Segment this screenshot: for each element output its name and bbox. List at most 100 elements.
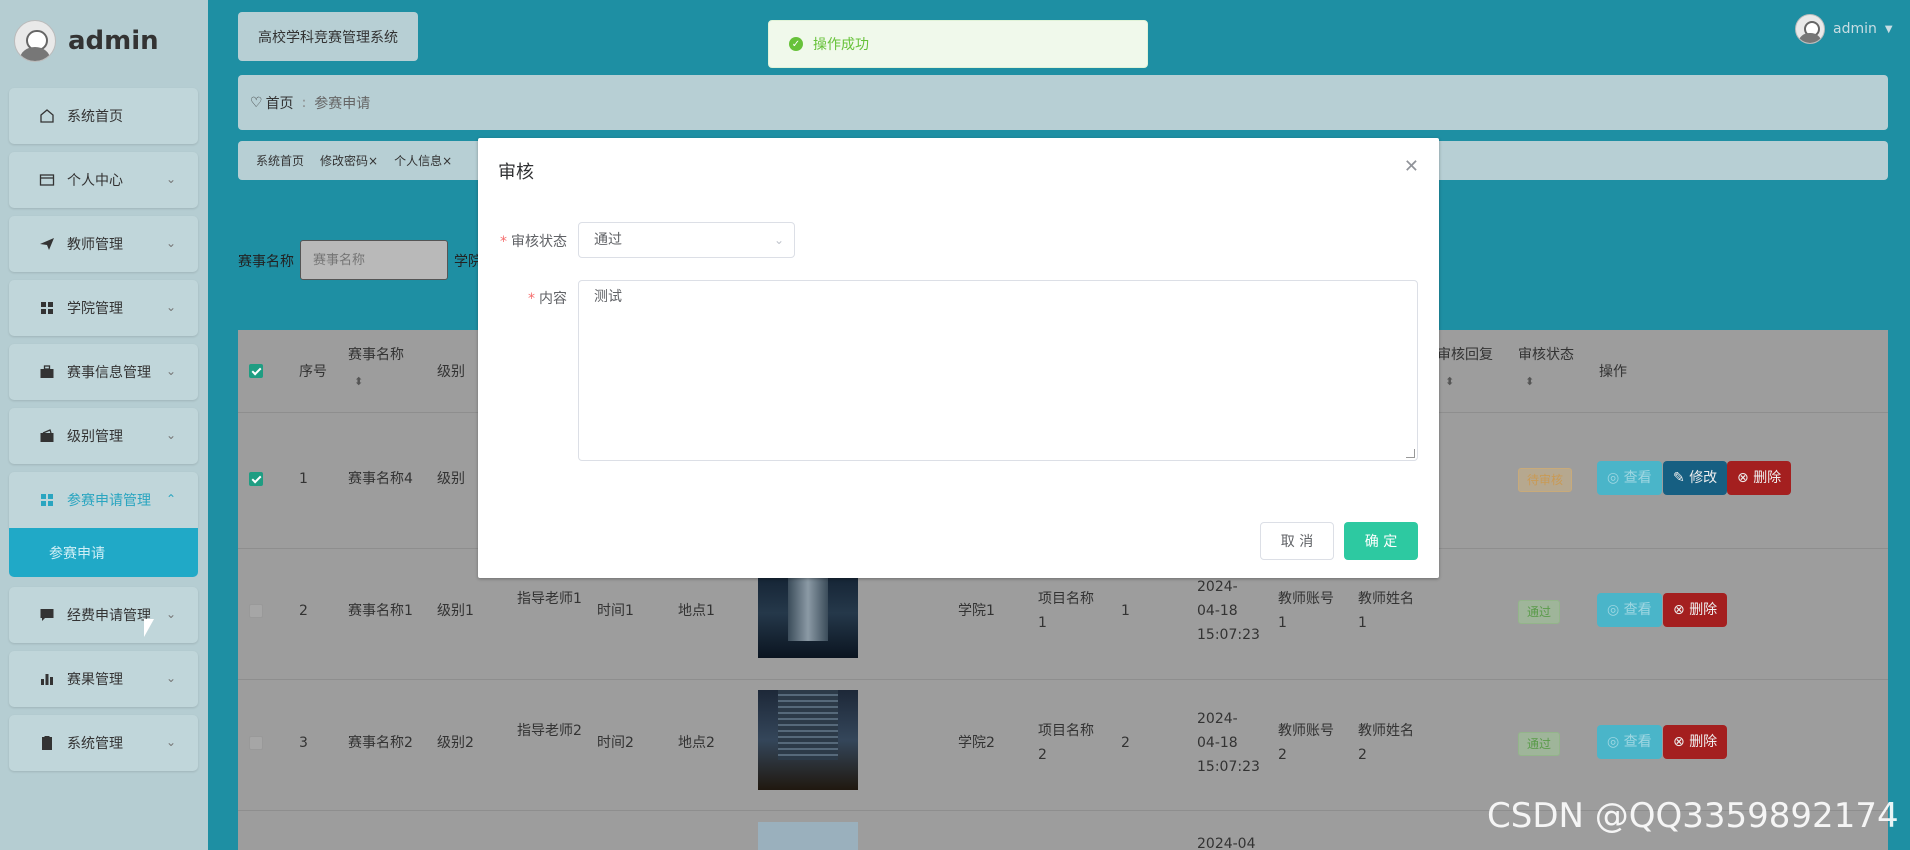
watermark: CSDN @QQ3359892174 xyxy=(1487,796,1899,836)
cell-name: 赛事名称4 xyxy=(348,471,413,487)
sidebar-item-college[interactable]: 学院管理 ⌄ xyxy=(9,280,198,336)
header-index: 序号 xyxy=(299,364,327,380)
view-label: 查看 xyxy=(1623,602,1652,618)
sidebar-item-label: 级别管理 xyxy=(67,429,123,445)
sort-icon[interactable]: ⬍ xyxy=(1525,370,1534,394)
card-icon xyxy=(39,172,55,188)
delete-button[interactable]: ⊗ 删除 xyxy=(1663,725,1728,759)
row-divider xyxy=(238,679,1888,680)
sidebar-item-competition[interactable]: 赛事信息管理 ⌄ xyxy=(9,344,198,400)
sidebar-item-label: 参赛申请管理 xyxy=(67,493,151,509)
cell-time: 时间1 xyxy=(597,603,634,619)
header-review-status[interactable]: 审核状态 xyxy=(1518,343,1574,367)
sidebar-item-label: 经费申请管理 xyxy=(67,608,151,624)
edit-button[interactable]: ✎ 修改 xyxy=(1663,461,1728,495)
sort-icon[interactable]: ⬍ xyxy=(354,370,363,394)
sidebar-item-label: 教师管理 xyxy=(67,237,123,253)
select-all-checkbox[interactable] xyxy=(249,364,263,378)
sidebar-item-teacher[interactable]: 教师管理 ⌄ xyxy=(9,216,198,272)
review-dialog: 审核 ✕ * 审核状态 通过 ⌄ * 内容 测试 取 消 确 定 xyxy=(478,138,1439,578)
cell-teacher: 指导老师2 xyxy=(517,723,582,739)
header-review-reply[interactable]: 审核回复 xyxy=(1437,343,1493,367)
view-label: 查看 xyxy=(1623,734,1652,750)
breadcrumb-current: 参赛申请 xyxy=(314,95,371,112)
sidebar-subitem-application[interactable]: 参赛申请 xyxy=(9,528,198,577)
sidebar-item-funding[interactable]: 经费申请管理 ⌄ xyxy=(9,587,198,643)
sort-icon[interactable]: ⬍ xyxy=(1445,370,1454,394)
content-textarea[interactable]: 测试 xyxy=(578,280,1418,461)
tag-password[interactable]: 修改密码× xyxy=(320,152,378,169)
row-checkbox[interactable] xyxy=(249,604,263,618)
cell-college: 学院2 xyxy=(958,735,995,751)
cell-date: 2024-04-18 15:07:23 xyxy=(1197,711,1260,775)
content-label-text: 内容 xyxy=(539,291,567,307)
tag-home[interactable]: 系统首页 xyxy=(256,152,304,169)
status-label-text: 审核状态 xyxy=(511,234,567,250)
tag-label: 修改密码 xyxy=(320,154,369,168)
edit-label: 修改 xyxy=(1689,470,1718,486)
chevron-down-icon: ⌄ xyxy=(165,236,176,250)
header-name[interactable]: 赛事名称 xyxy=(348,343,404,367)
brand-name: admin xyxy=(68,26,159,56)
delete-label: 删除 xyxy=(1689,602,1718,618)
sidebar-item-results[interactable]: 赛果管理 ⌄ xyxy=(9,651,198,707)
success-toast: ✓ 操作成功 xyxy=(768,20,1148,68)
cell-index: 2 xyxy=(299,603,308,619)
status-select[interactable]: 通过 ⌄ xyxy=(578,222,795,258)
cell-teacher: 指导老师1 xyxy=(517,591,582,607)
wallet-icon xyxy=(39,428,55,444)
cell-date: 2024-04-18 15:07:23 xyxy=(1197,579,1260,643)
sidebar-item-personal[interactable]: 个人中心 ⌄ xyxy=(9,152,198,208)
cell-index: 3 xyxy=(299,735,308,751)
grid-icon xyxy=(39,300,55,316)
cell-project: 项目名称1 xyxy=(1038,591,1094,631)
chevron-down-icon: ⌄ xyxy=(165,607,176,621)
sidebar-item-level[interactable]: 级别管理 ⌄ xyxy=(9,408,198,464)
row-checkbox[interactable] xyxy=(249,736,263,750)
close-icon[interactable]: ✕ xyxy=(1404,156,1419,177)
tag-profile[interactable]: 个人信息× xyxy=(394,152,452,169)
delete-button[interactable]: ⊗ 删除 xyxy=(1727,461,1792,495)
breadcrumb-separator: : xyxy=(301,94,307,111)
close-icon[interactable]: × xyxy=(442,154,452,168)
delete-label: 删除 xyxy=(1753,470,1782,486)
sidebar-item-label: 系统首页 xyxy=(67,109,123,125)
briefcase-icon xyxy=(39,364,55,380)
user-name: admin xyxy=(1833,21,1877,37)
chat-icon xyxy=(39,607,55,623)
user-menu[interactable]: admin ▼ xyxy=(1795,14,1893,44)
grid-icon xyxy=(39,492,55,508)
cancel-button[interactable]: 取 消 xyxy=(1260,522,1334,560)
breadcrumb-home[interactable]: 首页 xyxy=(266,93,294,113)
competition-image xyxy=(758,690,858,790)
clipboard-icon xyxy=(39,735,55,751)
row-checkbox[interactable] xyxy=(249,472,263,486)
sidebar-item-system[interactable]: 系统管理 ⌄ xyxy=(9,715,198,771)
view-button[interactable]: ◎ 查看 xyxy=(1597,593,1662,627)
header-level[interactable]: 级别 xyxy=(437,360,465,384)
delete-button[interactable]: ⊗ 删除 xyxy=(1663,593,1728,627)
search-input[interactable] xyxy=(300,240,448,280)
cell-college: 学院1 xyxy=(958,603,995,619)
cell-level: 级别1 xyxy=(437,603,474,619)
cell-time: 时间2 xyxy=(597,735,634,751)
sidebar-item-home[interactable]: 系统首页 xyxy=(9,88,198,144)
search-label: 赛事名称 xyxy=(238,254,294,270)
view-button[interactable]: ◎ 查看 xyxy=(1597,725,1662,759)
cell-name: 赛事名称1 xyxy=(348,603,413,619)
tag-label: 个人信息 xyxy=(394,154,443,168)
sidebar-item-label: 赛事信息管理 xyxy=(67,365,151,381)
cell-account: 教师账号1 xyxy=(1278,591,1334,631)
sidebar-item-label: 系统管理 xyxy=(67,736,123,752)
sidebar-item-label: 个人中心 xyxy=(67,173,123,189)
close-icon[interactable]: × xyxy=(368,154,378,168)
delete-label: 删除 xyxy=(1689,734,1718,750)
sidebar-item-application[interactable]: 参赛申请管理 ⌃ xyxy=(9,472,198,528)
confirm-button[interactable]: 确 定 xyxy=(1344,522,1418,560)
cell-project: 项目名称2 xyxy=(1038,723,1094,763)
sidebar-item-label: 赛果管理 xyxy=(67,672,123,688)
view-button[interactable]: ◎ 查看 xyxy=(1597,461,1662,495)
avatar xyxy=(1795,14,1825,44)
brand: admin xyxy=(14,16,159,66)
cell-place: 地点2 xyxy=(678,735,715,751)
